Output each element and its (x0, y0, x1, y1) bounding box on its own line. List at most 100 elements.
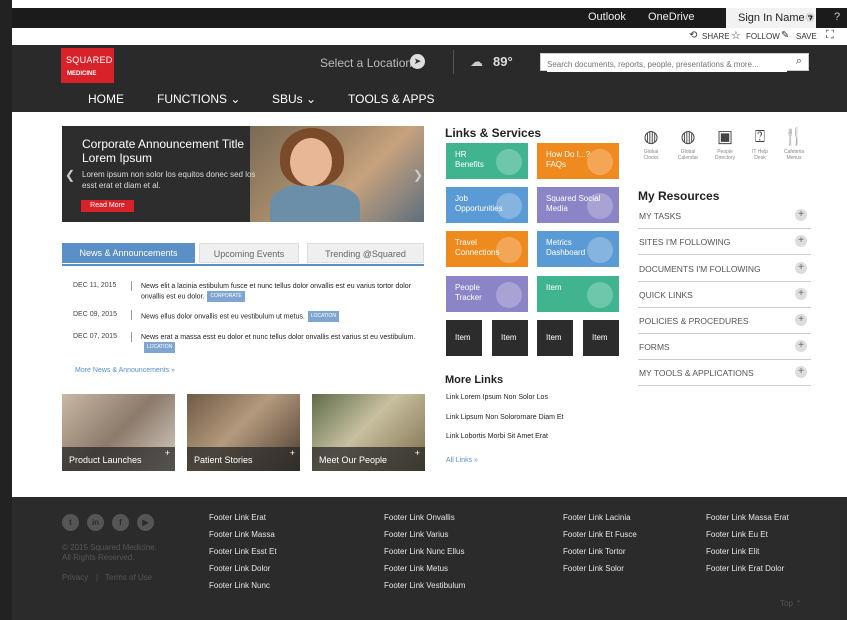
footer-link[interactable]: Footer Link Onvallis (384, 513, 455, 522)
footer-link[interactable]: Footer Link Eu Et (706, 530, 768, 539)
plus-icon[interactable]: + (165, 448, 170, 458)
tab-underline (62, 264, 424, 266)
all-links-link[interactable]: All Links » (446, 457, 478, 464)
footer-link[interactable]: Footer Link Dolor (209, 564, 270, 573)
plus-icon[interactable]: + (795, 340, 807, 352)
plus-icon[interactable]: + (290, 448, 295, 458)
quick-global-clocks[interactable]: ◍ Global Clocks (637, 126, 665, 161)
plus-icon[interactable]: + (795, 288, 807, 300)
resource-item[interactable]: FORMS + (638, 334, 811, 360)
focus-icon[interactable]: ⛶ (826, 29, 834, 42)
footer-link[interactable]: Footer Link Massa (209, 530, 275, 539)
more-link[interactable]: Link Lorem Ipsum Non Solor Los (446, 394, 548, 401)
youtube-icon[interactable]: ▶ (137, 514, 154, 531)
tile-item-dark[interactable]: Item (446, 320, 482, 356)
plus-icon[interactable]: + (795, 209, 807, 221)
more-link[interactable]: Link Lobortis Morbi Sit Amet Erat (446, 433, 548, 440)
sign-in-menu[interactable]: Sign In Name ▾ (726, 8, 816, 28)
select-location[interactable]: Select a Location (320, 56, 412, 70)
footer-link[interactable]: Footer Link Esst Et (209, 547, 277, 556)
more-link[interactable]: Link Lipsum Non Solorornare Diam Et (446, 414, 564, 421)
footer-link[interactable]: Footer Link Solor (563, 564, 624, 573)
footer-link[interactable]: Footer Link Nunc Ellus (384, 547, 464, 556)
footer-link[interactable]: Footer Link Erat (209, 513, 266, 522)
plus-icon[interactable]: + (415, 448, 420, 458)
privacy-link[interactable]: Privacy (62, 573, 88, 582)
footer-link[interactable]: Footer Link Metus (384, 564, 448, 573)
quick-people-directory[interactable]: ▣ People Directory (711, 126, 739, 161)
tab-news[interactable]: News & Announcements (62, 243, 195, 263)
card-meet-our-people[interactable]: Meet Our People + (312, 394, 425, 471)
linkedin-icon[interactable]: in (87, 514, 104, 531)
tab-trending[interactable]: Trending @Squared (307, 243, 424, 263)
save-button[interactable]: SAVE (796, 32, 817, 41)
card-patient-stories[interactable]: Patient Stories + (187, 394, 300, 471)
more-news-link[interactable]: More News & Announcements » (75, 367, 175, 374)
tile-item[interactable]: Item (537, 276, 619, 312)
quick-it-help-desk[interactable]: ⍰ IT Help Desk (746, 126, 774, 161)
quick-cafeteria-menus[interactable]: 🍴 Cafeteria Menus (780, 126, 808, 161)
brand-logo[interactable]: SQUARED MEDICINE (61, 48, 114, 83)
twitter-icon[interactable]: t (62, 514, 79, 531)
tile-hr-benefits[interactable]: HR Benefits (446, 143, 528, 179)
search-input[interactable] (547, 57, 787, 72)
back-to-top-link[interactable]: Top ⌃ (780, 599, 802, 608)
resource-item[interactable]: QUICK LINKS + (638, 282, 811, 308)
plus-icon[interactable]: + (795, 366, 807, 378)
search-box[interactable]: ⌕ (540, 53, 809, 72)
footer-link[interactable]: Footer Link Lacinia (563, 513, 631, 522)
tile-social-media[interactable]: Squared Social Media (537, 187, 619, 223)
follow-button[interactable]: FOLLOW (746, 32, 780, 41)
gear-icon[interactable]: ⚙ (804, 10, 816, 26)
tab-events[interactable]: Upcoming Events (199, 243, 299, 263)
news-item[interactable]: News ellus dolor onvallis est eu vestibu… (141, 311, 421, 322)
news-item[interactable]: News erat a massa esst eu dolor et nunc … (141, 333, 421, 353)
location-arrow-icon[interactable]: ➤ (410, 54, 425, 69)
tile-travel[interactable]: Travel Connections (446, 231, 528, 267)
terms-link[interactable]: Terms of Use (105, 573, 152, 582)
facebook-icon[interactable]: f (112, 514, 129, 531)
chevron-right-icon[interactable]: ❯ (413, 168, 423, 182)
nav-functions[interactable]: FUNCTIONS ⌄ (157, 92, 240, 106)
news-badge[interactable]: LOCATION (307, 311, 339, 322)
footer-link[interactable]: Footer Link Massa Erat (706, 513, 789, 522)
outlook-link[interactable]: Outlook (588, 11, 626, 23)
resource-item[interactable]: POLICIES & PROCEDURES + (638, 308, 811, 334)
nav-sbus[interactable]: SBUs ⌄ (272, 92, 316, 106)
share-button[interactable]: SHARE (702, 32, 730, 41)
help-icon[interactable]: ? (834, 11, 840, 23)
plus-icon[interactable]: + (795, 314, 807, 326)
plus-icon[interactable]: + (795, 262, 807, 274)
nav-tools-apps[interactable]: TOOLS & APPS (348, 92, 434, 106)
resource-item[interactable]: SITES I'M FOLLOWING + (638, 229, 811, 255)
footer-link[interactable]: Footer Link Varius (384, 530, 448, 539)
tile-metrics[interactable]: Metrics Dashboard (537, 231, 619, 267)
quick-global-calendar[interactable]: ◍ Global Calendar (674, 126, 702, 161)
resource-item[interactable]: DOCUMENTS I'M FOLLOWING + (638, 256, 811, 282)
read-more-button[interactable]: Read More (81, 200, 134, 212)
footer-link[interactable]: Footer Link Elit (706, 547, 759, 556)
footer-link[interactable]: Footer Link Et Fusce (563, 530, 637, 539)
tile-item-dark[interactable]: Item (537, 320, 573, 356)
tile-job-opportunities[interactable]: Job Opportunities (446, 187, 528, 223)
nav-home[interactable]: HOME (88, 92, 124, 106)
card-product-launches[interactable]: Product Launches + (62, 394, 175, 471)
footer-link[interactable]: Footer Link Nunc (209, 581, 270, 590)
tile-people-tracker[interactable]: People Tracker (446, 276, 528, 312)
resource-item[interactable]: MY TOOLS & APPLICATIONS + (638, 360, 811, 386)
footer-link[interactable]: Footer Link Erat Dolor (706, 564, 784, 573)
plus-icon[interactable]: + (795, 235, 807, 247)
news-item[interactable]: News elit a lacinia estibulum fusce et n… (141, 282, 421, 302)
news-date: DEC 11, 2015 (73, 282, 117, 289)
footer-link[interactable]: Footer Link Tortor (563, 547, 626, 556)
footer-link[interactable]: Footer Link Vestibulum (384, 581, 465, 590)
news-badge[interactable]: LOCATION (144, 342, 176, 353)
news-badge[interactable]: CORPORATE (207, 291, 245, 302)
onedrive-link[interactable]: OneDrive (648, 11, 694, 23)
search-icon[interactable]: ⌕ (796, 55, 802, 68)
tile-item-dark[interactable]: Item (583, 320, 619, 356)
tile-item-dark[interactable]: Item (492, 320, 528, 356)
resource-item[interactable]: MY TASKS + (638, 203, 811, 229)
tile-faqs[interactable]: How Do I...? FAQs (537, 143, 619, 179)
chevron-left-icon[interactable]: ❮ (65, 168, 75, 182)
